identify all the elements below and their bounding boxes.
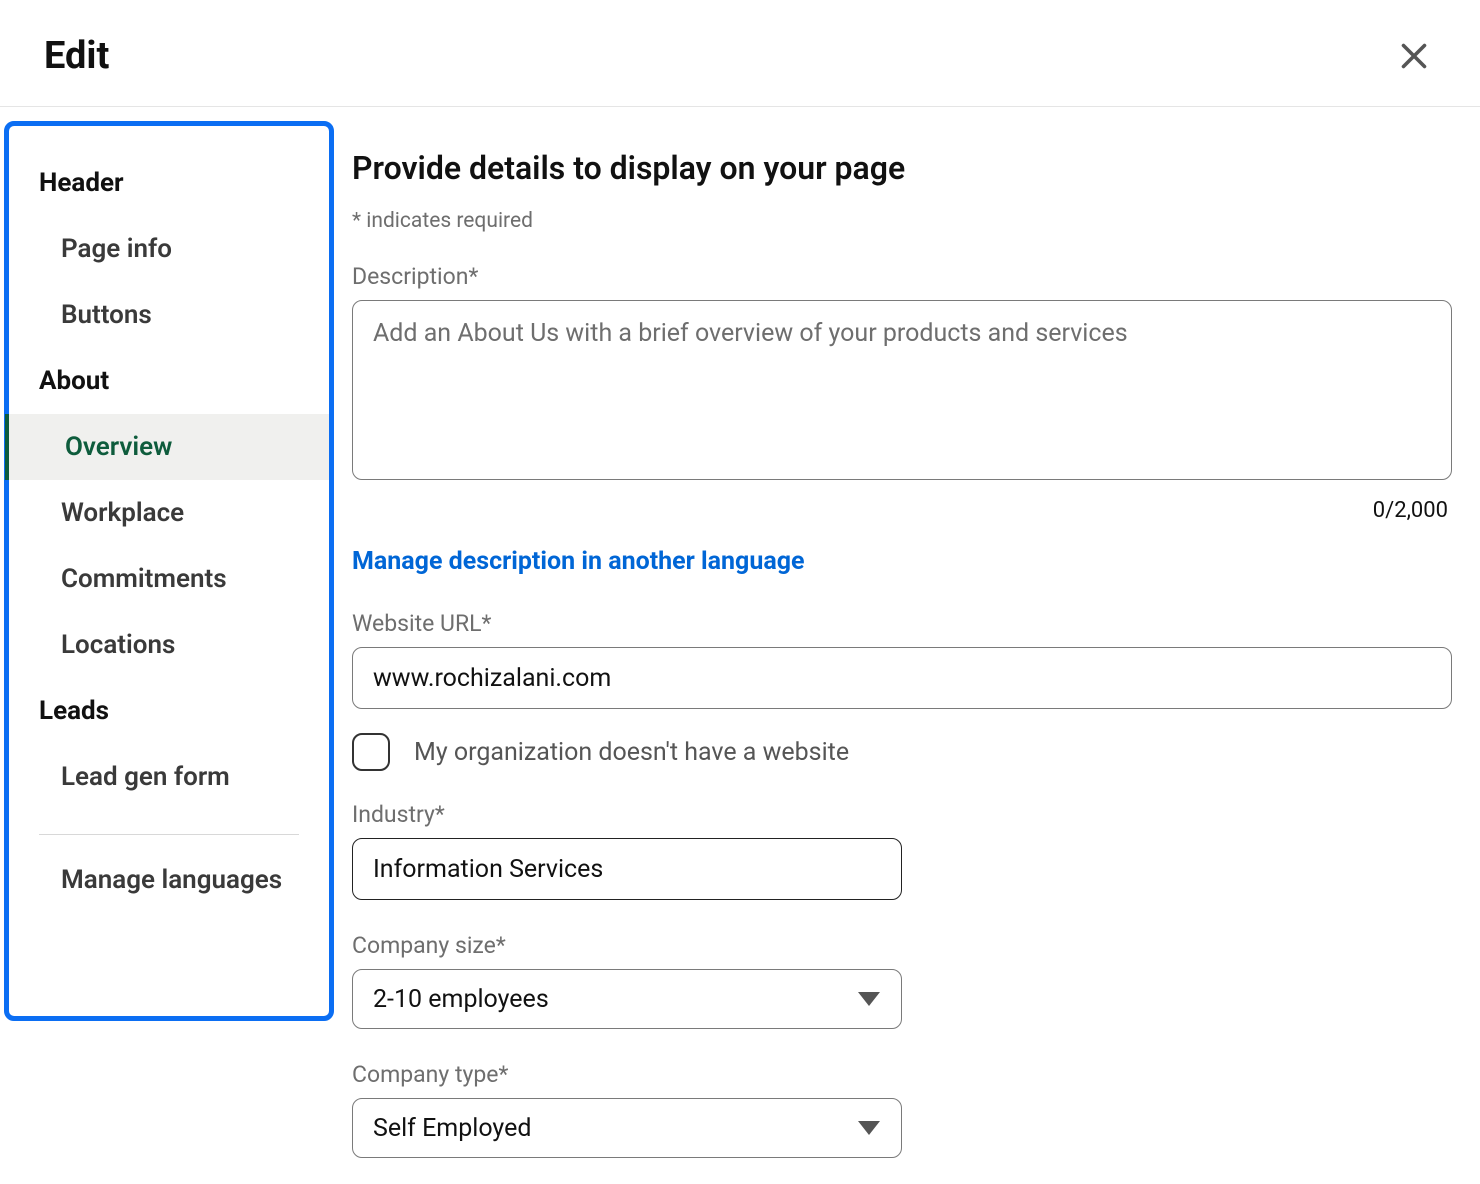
- no-website-checkbox[interactable]: [352, 733, 390, 771]
- website-url-input[interactable]: [352, 647, 1452, 709]
- required-note: * indicates required: [352, 209, 1452, 233]
- sidebar-group-about: About: [9, 348, 329, 414]
- page-heading: Provide details to display on your page: [352, 149, 1452, 187]
- sidebar-item-manage-languages[interactable]: Manage languages: [9, 847, 329, 913]
- company-size-label: Company size*: [352, 932, 1452, 959]
- manage-description-language-link[interactable]: Manage description in another language: [352, 547, 804, 576]
- sidebar-group-header: Header: [9, 150, 329, 216]
- company-type-label: Company type*: [352, 1061, 1452, 1088]
- website-url-label: Website URL*: [352, 610, 1452, 637]
- sidebar-item-locations[interactable]: Locations: [9, 612, 329, 678]
- description-char-counter: 0/2,000: [352, 484, 1452, 523]
- sidebar-item-page-info[interactable]: Page info: [9, 216, 329, 282]
- close-icon[interactable]: [1396, 38, 1432, 74]
- sidebar-item-overview[interactable]: Overview: [5, 414, 329, 480]
- edit-modal: Edit Header Page info Buttons About Over…: [0, 0, 1480, 1184]
- industry-input[interactable]: [352, 838, 902, 900]
- company-size-select[interactable]: [352, 969, 902, 1029]
- sidebar: Header Page info Buttons About Overview …: [0, 107, 340, 1184]
- sidebar-item-lead-gen-form[interactable]: Lead gen form: [9, 744, 329, 810]
- no-website-label: My organization doesn't have a website: [414, 738, 849, 767]
- company-type-select[interactable]: [352, 1098, 902, 1158]
- sidebar-divider: [39, 834, 299, 835]
- no-website-row: My organization doesn't have a website: [352, 733, 1452, 771]
- content-area: Provide details to display on your page …: [340, 107, 1480, 1184]
- sidebar-group-leads: Leads: [9, 678, 329, 744]
- sidebar-item-workplace[interactable]: Workplace: [9, 480, 329, 546]
- sidebar-item-commitments[interactable]: Commitments: [9, 546, 329, 612]
- sidebar-item-buttons[interactable]: Buttons: [9, 282, 329, 348]
- description-textarea[interactable]: [352, 300, 1452, 480]
- description-label: Description*: [352, 263, 1452, 290]
- modal-header: Edit: [0, 0, 1480, 107]
- modal-title: Edit: [44, 34, 109, 78]
- industry-label: Industry*: [352, 801, 1452, 828]
